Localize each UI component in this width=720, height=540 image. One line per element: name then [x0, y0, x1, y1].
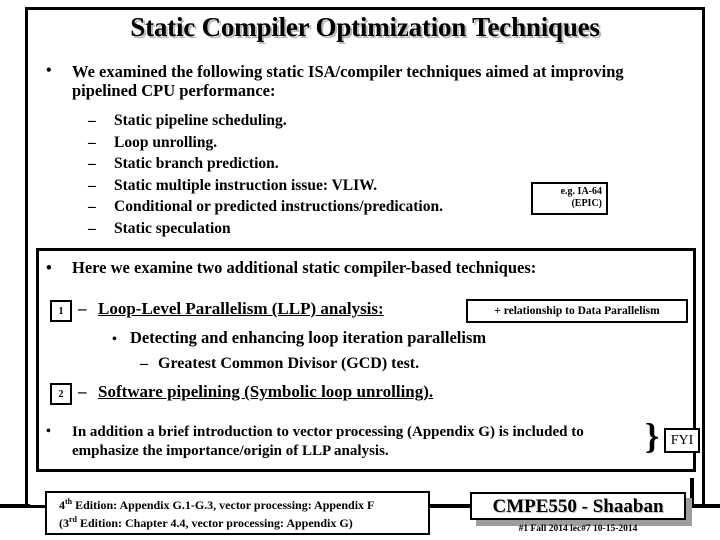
- dash-marker-icon: –: [88, 112, 96, 129]
- slide-title: Static Compiler Optimization Techniques: [130, 12, 600, 42]
- lower-intro-bullet: • Here we examine two additional static c…: [46, 258, 536, 278]
- gcd-text: Greatest Common Divisor (GCD) test.: [158, 355, 420, 372]
- numbered-marker-2-label: 2: [58, 389, 64, 400]
- numbered-marker-2: 2: [50, 383, 72, 405]
- reading-footnote-line2: (3rd Edition: Chapter 4.4, vector proces…: [59, 514, 428, 532]
- bullet-marker-icon: •: [46, 258, 52, 277]
- dash-marker-icon: –: [88, 198, 96, 215]
- detect-bullet-text: Detecting and enhancing loop iteration p…: [130, 328, 487, 347]
- bullet-marker-icon: •: [112, 332, 117, 347]
- numbered-marker-1: 1: [50, 300, 72, 322]
- technique-2-label: Software pipelining (Symbolic loop unrol…: [98, 382, 434, 401]
- list-item-label: Static speculation: [114, 219, 231, 237]
- list-item-label: Conditional or predicted instructions/pr…: [114, 198, 443, 215]
- epic-callout-line2: (EPIC): [571, 198, 602, 210]
- footer-rule-middle: [430, 504, 472, 508]
- list-item: – Static speculation: [88, 218, 443, 240]
- footnote-line1-post: Edition: Appendix G.1-G.3, vector proces…: [72, 498, 375, 512]
- list-item-label: Static multiple instruction issue: VLIW.: [114, 176, 378, 194]
- intro-bullet: • We examined the following static ISA/c…: [46, 62, 686, 101]
- dash-marker-icon: –: [88, 155, 96, 172]
- list-item: – Static branch prediction.: [88, 153, 443, 175]
- technique-1-line: – Loop-Level Parallelism (LLP) analysis:: [78, 299, 384, 319]
- slide-meta: #1 Fall 2014 lec#7 10-15-2014: [518, 524, 638, 534]
- detect-bullet-line: • Detecting and enhancing loop iteration …: [112, 328, 486, 348]
- gcd-line: – Greatest Common Divisor (GCD) test.: [140, 355, 419, 373]
- list-item-label: Static branch prediction.: [114, 155, 279, 172]
- fyi-badge-label: FYI: [670, 433, 694, 448]
- dash-marker-icon: –: [88, 176, 96, 194]
- bullet-marker-icon: •: [46, 62, 52, 79]
- list-item-label: Loop unrolling.: [114, 133, 218, 151]
- vector-note-text: In addition a brief introduction to vect…: [72, 424, 584, 459]
- relationship-callout-box: + relationship to Data Parallelism: [466, 299, 688, 323]
- list-item: – Static pipeline scheduling.: [88, 110, 443, 132]
- relationship-callout-label: + relationship to Data Parallelism: [494, 305, 660, 317]
- footnote-line2-sup: rd: [69, 515, 77, 524]
- slide-canvas: Static Compiler Optimization Techniques …: [0, 0, 720, 540]
- list-item-label: Static pipeline scheduling.: [114, 112, 287, 129]
- technique-2-line: – Software pipelining (Symbolic loop unro…: [78, 382, 433, 402]
- dash-marker-icon: –: [78, 382, 87, 401]
- epic-callout-line1: e.g. IA-64: [560, 186, 602, 197]
- dash-marker-icon: –: [140, 355, 148, 372]
- vector-note-bullet: • In addition a brief introduction to ve…: [46, 423, 646, 461]
- reading-footnote-box: 4th Edition: Appendix G.1-G.3, vector pr…: [45, 491, 430, 535]
- footnote-line2-pre: (3: [59, 516, 69, 530]
- list-item: – Static multiple instruction issue: VLI…: [88, 175, 443, 197]
- reading-footnote-line1: 4th Edition: Appendix G.1-G.3, vector pr…: [59, 496, 428, 514]
- list-item: – Loop unrolling.: [88, 132, 443, 154]
- fyi-badge: FYI: [664, 428, 700, 453]
- lower-intro-text: Here we examine two additional static co…: [72, 258, 537, 277]
- footer-rule-right: [693, 504, 720, 508]
- footer-rule-left: [0, 504, 30, 508]
- dash-marker-icon: –: [88, 219, 96, 237]
- footnote-line2-post: Edition: Chapter 4.4, vector processing:…: [77, 516, 353, 530]
- epic-callout-box: e.g. IA-64 (EPIC): [531, 182, 608, 215]
- dash-marker-icon: –: [88, 133, 96, 151]
- technique-1-label: Loop-Level Parallelism (LLP) analysis:: [98, 299, 384, 318]
- technique-list: – Static pipeline scheduling. – Loop unr…: [88, 110, 443, 239]
- bullet-marker-icon: •: [46, 424, 51, 439]
- course-banner-label: CMPE550 - Shaaban: [492, 496, 664, 517]
- numbered-marker-1-label: 1: [58, 306, 64, 317]
- course-banner-box: CMPE550 - Shaaban: [470, 492, 686, 520]
- intro-bullet-text: We examined the following static ISA/com…: [72, 62, 624, 101]
- course-banner: CMPE550 - Shaaban: [470, 492, 692, 526]
- curly-brace-icon: }: [645, 416, 660, 456]
- list-item: – Conditional or predicted instructions/…: [88, 196, 443, 218]
- dash-marker-icon: –: [78, 299, 87, 318]
